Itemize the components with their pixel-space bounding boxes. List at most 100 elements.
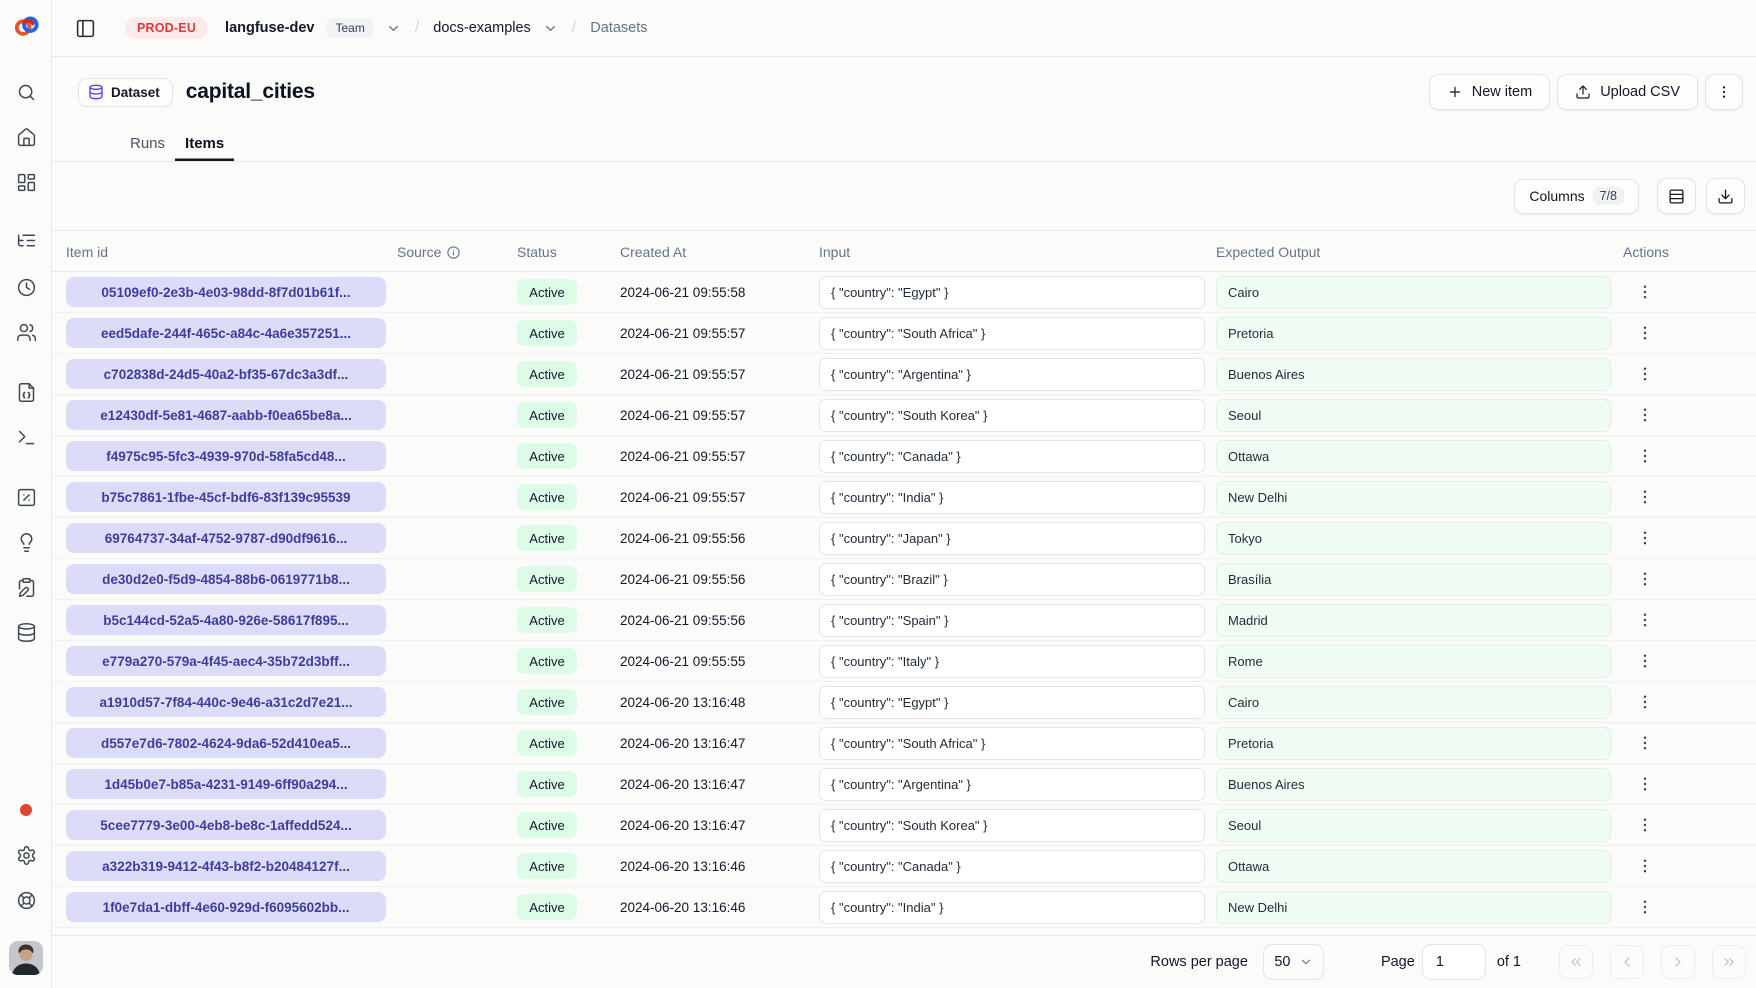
dataset-menu-button[interactable] <box>1705 74 1743 110</box>
row-height-button[interactable] <box>1657 178 1696 214</box>
expected-output-cell[interactable]: Cairo <box>1216 276 1611 309</box>
column-header-created-at[interactable]: Created At <box>620 231 686 273</box>
sidebar-item-support[interactable] <box>8 882 44 918</box>
expected-output-cell[interactable]: Seoul <box>1216 399 1611 432</box>
org-switcher-button[interactable] <box>386 21 401 36</box>
item-id-pill[interactable]: 1d45b0e7-b85a-4231-9149-6ff90a294... <box>66 769 386 799</box>
item-id-pill[interactable]: c702838d-24d5-40a2-bf35-67dc3a3df... <box>66 359 386 389</box>
item-id-pill[interactable]: 05109ef0-2e3b-4e03-98dd-8f7d01b61f... <box>66 277 386 307</box>
sidebar-item-tracing[interactable] <box>8 222 44 258</box>
input-cell[interactable]: { "country": "Japan" } <box>819 522 1205 555</box>
input-cell[interactable]: { "country": "South Korea" } <box>819 809 1205 842</box>
item-id-pill[interactable]: e12430df-5e81-4687-aabb-f0ea65be8a... <box>66 400 386 430</box>
expected-output-cell[interactable]: New Delhi <box>1216 891 1611 924</box>
column-header-status[interactable]: Status <box>517 231 557 273</box>
item-id-pill[interactable]: 1f0e7da1-dbff-4e60-929d-f6095602bb... <box>66 892 386 922</box>
sidebar-item-evaluations[interactable] <box>8 479 44 515</box>
new-item-button[interactable]: New item <box>1429 74 1550 110</box>
row-actions-button[interactable] <box>1630 400 1660 430</box>
input-cell[interactable]: { "country": "Spain" } <box>819 604 1205 637</box>
user-avatar[interactable] <box>9 941 43 975</box>
item-id-pill[interactable]: a1910d57-7f84-440c-9e46-a31c2d7e21... <box>66 687 386 717</box>
item-id-pill[interactable]: f4975c95-5fc3-4939-970d-58fa5cd48... <box>66 441 386 471</box>
column-header-input[interactable]: Input <box>819 231 850 273</box>
last-page-button[interactable] <box>1712 945 1746 979</box>
input-cell[interactable]: { "country": "Italy" } <box>819 645 1205 678</box>
row-actions-button[interactable] <box>1630 441 1660 471</box>
column-header-item-id[interactable]: Item id <box>66 231 108 273</box>
item-id-pill[interactable]: e779a270-579a-4f45-aec4-35b72d3bff... <box>66 646 386 676</box>
sidebar-item-settings[interactable] <box>8 837 44 873</box>
langfuse-logo-icon[interactable] <box>13 13 40 40</box>
expected-output-cell[interactable]: Ottawa <box>1216 440 1611 473</box>
row-actions-button[interactable] <box>1630 318 1660 348</box>
input-cell[interactable]: { "country": "Argentina" } <box>819 358 1205 391</box>
sidebar-item-sessions[interactable] <box>8 269 44 305</box>
next-page-button[interactable] <box>1661 945 1695 979</box>
item-id-pill[interactable]: 69764737-34af-4752-9787-d90df9616... <box>66 523 386 553</box>
previous-page-button[interactable] <box>1610 945 1644 979</box>
page-number-input[interactable] <box>1422 944 1486 980</box>
expected-output-cell[interactable]: Seoul <box>1216 809 1611 842</box>
row-actions-button[interactable] <box>1630 687 1660 717</box>
expected-output-cell[interactable]: New Delhi <box>1216 481 1611 514</box>
input-cell[interactable]: { "country": "Canada" } <box>819 850 1205 883</box>
expected-output-cell[interactable]: Brasília <box>1216 563 1611 596</box>
columns-button[interactable]: Columns 7/8 <box>1514 179 1639 214</box>
row-actions-button[interactable] <box>1630 728 1660 758</box>
expected-output-cell[interactable]: Madrid <box>1216 604 1611 637</box>
input-cell[interactable]: { "country": "India" } <box>819 481 1205 514</box>
sidebar-item-search[interactable] <box>8 74 44 110</box>
item-id-pill[interactable]: de30d2e0-f5d9-4854-88b6-0619771b8... <box>66 564 386 594</box>
item-id-pill[interactable]: b5c144cd-52a5-4a80-926e-58617f895... <box>66 605 386 635</box>
org-name[interactable]: langfuse-dev <box>225 20 314 36</box>
input-cell[interactable]: { "country": "Canada" } <box>819 440 1205 473</box>
item-id-pill[interactable]: d557e7d6-7802-4624-9da6-52d410ea5... <box>66 728 386 758</box>
expected-output-cell[interactable]: Buenos Aires <box>1216 768 1611 801</box>
input-cell[interactable]: { "country": "South Africa" } <box>819 727 1205 760</box>
info-icon[interactable] <box>446 245 461 260</box>
export-button[interactable] <box>1706 178 1745 214</box>
upload-csv-button[interactable]: Upload CSV <box>1557 74 1698 110</box>
input-cell[interactable]: { "country": "Egypt" } <box>819 276 1205 309</box>
row-actions-button[interactable] <box>1630 769 1660 799</box>
expected-output-cell[interactable]: Tokyo <box>1216 522 1611 555</box>
tab-items[interactable]: Items <box>175 125 234 161</box>
expected-output-cell[interactable]: Rome <box>1216 645 1611 678</box>
project-switcher-button[interactable] <box>543 21 558 36</box>
column-header-source[interactable]: Source <box>397 231 461 273</box>
sidebar-item-dashboard[interactable] <box>8 164 44 200</box>
input-cell[interactable]: { "country": "Argentina" } <box>819 768 1205 801</box>
item-id-pill[interactable]: 5cee7779-3e00-4eb8-be8c-1affedd524... <box>66 810 386 840</box>
expected-output-cell[interactable]: Pretoria <box>1216 727 1611 760</box>
row-actions-button[interactable] <box>1630 277 1660 307</box>
sidebar-item-prompts[interactable] <box>8 374 44 410</box>
expected-output-cell[interactable]: Buenos Aires <box>1216 358 1611 391</box>
row-actions-button[interactable] <box>1630 646 1660 676</box>
rows-per-page-select[interactable]: 50 <box>1263 944 1324 980</box>
sidebar-item-users[interactable] <box>8 314 44 350</box>
row-actions-button[interactable] <box>1630 810 1660 840</box>
input-cell[interactable]: { "country": "South Korea" } <box>819 399 1205 432</box>
expected-output-cell[interactable]: Ottawa <box>1216 850 1611 883</box>
sidebar-item-datasets[interactable] <box>8 614 44 650</box>
input-cell[interactable]: { "country": "South Africa" } <box>819 317 1205 350</box>
row-actions-button[interactable] <box>1630 482 1660 512</box>
row-actions-button[interactable] <box>1630 359 1660 389</box>
row-actions-button[interactable] <box>1630 523 1660 553</box>
sidebar-item-annotations[interactable] <box>8 569 44 605</box>
first-page-button[interactable] <box>1559 945 1593 979</box>
input-cell[interactable]: { "country": "Brazil" } <box>819 563 1205 596</box>
expected-output-cell[interactable]: Cairo <box>1216 686 1611 719</box>
tab-runs[interactable]: Runs <box>120 125 175 161</box>
row-actions-button[interactable] <box>1630 564 1660 594</box>
expected-output-cell[interactable]: Pretoria <box>1216 317 1611 350</box>
row-actions-button[interactable] <box>1630 605 1660 635</box>
row-actions-button[interactable] <box>1630 892 1660 922</box>
item-id-pill[interactable]: eed5dafe-244f-465c-a84c-4a6e357251... <box>66 318 386 348</box>
item-id-pill[interactable]: a322b319-9412-4f43-b8f2-b20484127f... <box>66 851 386 881</box>
input-cell[interactable]: { "country": "Egypt" } <box>819 686 1205 719</box>
sidebar-item-home[interactable] <box>8 119 44 155</box>
input-cell[interactable]: { "country": "India" } <box>819 891 1205 924</box>
sidebar-item-insights[interactable] <box>8 524 44 560</box>
